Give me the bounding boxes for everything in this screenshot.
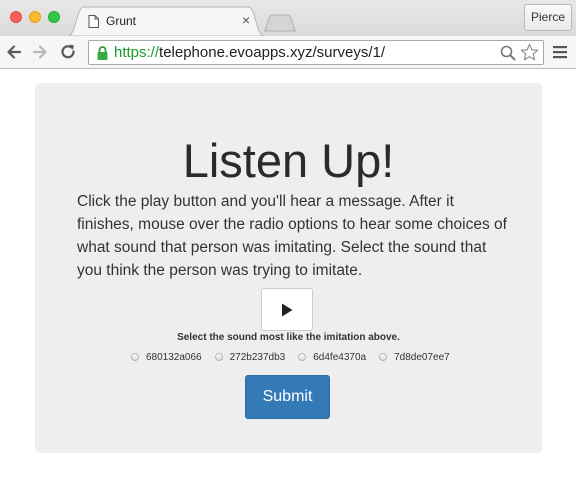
sound-option[interactable]: 7d8de07ee7 [379, 352, 450, 363]
radio-button[interactable] [298, 353, 307, 361]
forward-arrow-icon[interactable] [30, 42, 50, 62]
lock-icon [97, 46, 108, 60]
url-scheme: https:// [114, 44, 160, 61]
option-label: 7d8de07ee7 [394, 351, 450, 363]
tab-grunt[interactable]: Grunt × [68, 6, 264, 36]
selection-prompt: Select the sound most like the imitation… [177, 332, 400, 343]
tab-strip: Grunt × Pierce [0, 0, 576, 36]
minimize-window-button[interactable] [29, 11, 41, 23]
radio-button[interactable] [214, 353, 223, 361]
toolbar: https://telephone.evoapps.xyz/surveys/1/ [0, 36, 576, 68]
address-bar[interactable]: https://telephone.evoapps.xyz/surveys/1/ [88, 40, 544, 65]
maximize-window-button[interactable] [48, 11, 60, 23]
close-icon[interactable]: × [242, 12, 250, 28]
sound-options: 680132a066 272b237db3 6d4fe4370a 7d8de07… [131, 350, 463, 364]
star-icon[interactable] [520, 43, 539, 62]
option-label: 6d4fe4370a [313, 351, 367, 363]
option-label: 272b237db3 [229, 351, 286, 363]
instructions-text: Click the play button and you'll hear a … [77, 193, 507, 279]
submit-button[interactable]: Submit [245, 375, 330, 419]
new-tab-button[interactable] [263, 14, 297, 32]
survey-panel: Listen Up! Click the play button and you… [35, 83, 542, 453]
browser-chrome: Grunt × Pierce https://telephone.evoapps… [0, 0, 576, 69]
radio-button[interactable] [379, 353, 388, 361]
url-text: https://telephone.evoapps.xyz/surveys/1/ [114, 44, 385, 61]
reload-icon[interactable] [58, 42, 78, 62]
play-icon [282, 303, 293, 317]
sound-option[interactable]: 272b237db3 [214, 351, 286, 363]
back-arrow-icon[interactable] [4, 42, 24, 62]
radio-button[interactable] [131, 353, 139, 361]
document-icon [88, 15, 99, 33]
url-rest: telephone.evoapps.xyz/surveys/1/ [159, 44, 385, 61]
option-label: 680132a066 [146, 351, 202, 363]
profile-button[interactable]: Pierce [524, 4, 572, 31]
menu-icon[interactable] [552, 45, 568, 59]
page-title: Listen Up! [182, 134, 395, 187]
sound-option[interactable]: 680132a066 [131, 352, 202, 363]
tab-title: Grunt [106, 14, 137, 28]
play-button[interactable] [261, 288, 313, 331]
sound-option[interactable]: 6d4fe4370a [298, 352, 366, 363]
close-window-button[interactable] [10, 11, 22, 23]
zoom-icon[interactable] [500, 45, 516, 61]
